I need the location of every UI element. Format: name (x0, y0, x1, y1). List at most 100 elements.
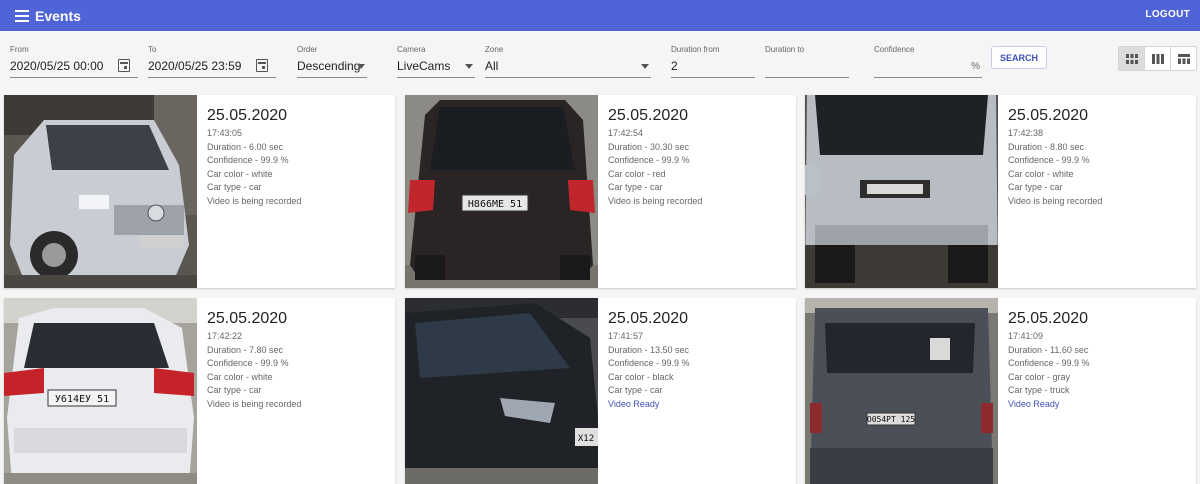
license-plate: У614ЕУ 51 (55, 394, 109, 405)
to-label: To (148, 45, 157, 54)
duration-to-input[interactable]: Duration to (765, 43, 849, 78)
duration-from-input[interactable]: Duration from 2 (671, 43, 755, 78)
from-value[interactable]: 2020/05/25 00:00 (10, 59, 103, 73)
calendar-icon[interactable] (118, 59, 130, 72)
event-confidence: Confidence - 99.9 % (608, 358, 690, 368)
filter-bar: From 2020/05/25 00:00 To 2020/05/25 23:5… (0, 31, 1200, 89)
event-car-color: Car color - white (207, 168, 273, 179)
event-confidence: Confidence - 99.9 % (1008, 358, 1090, 368)
event-time: 17:43:05 (207, 128, 243, 138)
event-car-type: Car type - car (1008, 182, 1063, 192)
order-select[interactable]: Order Descending (297, 43, 367, 78)
event-info: 25.05.2020 17:43:05 Duration - 6.00 sec … (207, 106, 392, 208)
menu-icon[interactable] (0, 0, 40, 31)
zone-value[interactable]: All (485, 59, 498, 73)
event-duration: Duration - 30.30 sec (608, 141, 690, 152)
confidence-input[interactable]: Confidence % (874, 43, 982, 78)
vehicle-snapshot[interactable]: У614ЕУ 51 (4, 298, 197, 484)
camera-value[interactable]: LiveCams (397, 59, 450, 73)
event-duration: Duration - 7.80 sec (207, 344, 284, 355)
vehicle-snapshot[interactable] (805, 95, 998, 288)
event-video-status: Video is being recorded (207, 398, 302, 409)
event-car-color: Car color - white (207, 371, 273, 382)
event-time: 17:42:38 (1008, 128, 1044, 138)
event-video-status: Video is being recorded (1008, 195, 1103, 206)
event-info: 25.05.2020 17:41:09 Duration - 11.60 sec… (1008, 309, 1193, 411)
event-date: 25.05.2020 (608, 310, 689, 327)
chevron-down-icon[interactable] (465, 64, 473, 69)
license-plate: О054РТ 125 (867, 415, 915, 424)
event-card[interactable]: 25.05.2020 17:42:38 Duration - 8.80 sec … (805, 95, 1196, 288)
event-info: 25.05.2020 17:42:22 Duration - 7.80 sec … (207, 309, 392, 411)
event-video-status: Video is being recorded (608, 195, 703, 206)
event-confidence: Confidence - 99.9 % (1008, 155, 1090, 165)
confidence-label: Confidence (874, 45, 915, 54)
event-date: 25.05.2020 (608, 107, 689, 124)
event-confidence: Confidence - 99.9 % (207, 358, 289, 368)
chevron-down-icon[interactable] (357, 64, 365, 69)
grid-small-icon[interactable] (1119, 47, 1145, 70)
duration-from-label: Duration from (671, 45, 720, 54)
event-duration: Duration - 11.60 sec (1008, 344, 1089, 355)
license-plate: Н866МЕ 51 (468, 199, 522, 210)
grid-columns-icon[interactable] (1145, 47, 1171, 70)
chevron-down-icon[interactable] (641, 64, 649, 69)
event-card[interactable]: Н866МЕ 51 25.05.2020 17:42:54 Duration -… (405, 95, 796, 288)
event-date: 25.05.2020 (1008, 107, 1089, 124)
event-time: 17:42:22 (207, 331, 243, 341)
event-date: 25.05.2020 (207, 310, 288, 327)
event-car-color: Car color - red (608, 168, 666, 179)
events-grid: 25.05.2020 17:43:05 Duration - 6.00 sec … (0, 95, 1200, 484)
event-time: 17:42:54 (608, 128, 644, 138)
duration-from-value[interactable]: 2 (671, 59, 678, 73)
event-info: 25.05.2020 17:42:54 Duration - 30.30 sec… (608, 106, 793, 208)
to-value[interactable]: 2020/05/25 23:59 (148, 59, 241, 73)
event-card[interactable]: О054РТ 125 25.05.2020 17:41:09 Duration … (805, 298, 1196, 484)
event-card[interactable]: У614ЕУ 51 25.05.2020 17:42:22 Duration -… (4, 298, 395, 484)
event-video-status[interactable]: Video Ready (1008, 398, 1193, 412)
event-car-type: Car type - car (207, 182, 262, 192)
event-video-status[interactable]: Video Ready (608, 398, 793, 412)
calendar-icon[interactable] (256, 59, 268, 72)
vehicle-snapshot[interactable]: Х12 (405, 298, 598, 484)
vehicle-snapshot[interactable] (4, 95, 197, 288)
zone-label: Zone (485, 45, 504, 54)
order-label: Order (297, 45, 318, 54)
event-card[interactable]: Х12 25.05.2020 17:41:57 Duration - 13.50… (405, 298, 796, 484)
app-bar: Events LOGOUT (0, 0, 1200, 31)
event-card[interactable]: 25.05.2020 17:43:05 Duration - 6.00 sec … (4, 95, 395, 288)
event-time: 17:41:57 (608, 331, 644, 341)
percent-unit: % (971, 61, 980, 72)
search-button[interactable]: SEARCH (991, 46, 1047, 69)
view-toggle (1118, 46, 1197, 71)
event-car-type: Car type - truck (1008, 385, 1070, 395)
page-title: Events (35, 7, 81, 24)
event-info: 25.05.2020 17:41:57 Duration - 13.50 sec… (608, 309, 793, 411)
event-duration: Duration - 6.00 sec (207, 141, 284, 152)
event-duration: Duration - 8.80 sec (1008, 141, 1085, 152)
to-date-field[interactable]: To 2020/05/25 23:59 (148, 43, 276, 78)
event-car-color: Car color - black (608, 371, 674, 382)
event-car-type: Car type - car (608, 182, 663, 192)
logout-button[interactable]: LOGOUT (1145, 9, 1190, 20)
from-date-field[interactable]: From 2020/05/25 00:00 (10, 43, 138, 78)
event-date: 25.05.2020 (207, 107, 288, 124)
license-plate: Х12 (578, 434, 594, 444)
zone-select[interactable]: Zone All (485, 43, 651, 78)
camera-label: Camera (397, 45, 426, 54)
event-car-color: Car color - gray (1008, 371, 1071, 382)
duration-to-label: Duration to (765, 45, 805, 54)
event-confidence: Confidence - 99.9 % (207, 155, 289, 165)
vehicle-snapshot[interactable]: О054РТ 125 (805, 298, 998, 484)
event-confidence: Confidence - 99.9 % (608, 155, 690, 165)
vehicle-snapshot[interactable]: Н866МЕ 51 (405, 95, 598, 288)
event-car-color: Car color - white (1008, 168, 1074, 179)
event-date: 25.05.2020 (1008, 310, 1089, 327)
grid-table-icon[interactable] (1171, 47, 1196, 70)
event-info: 25.05.2020 17:42:38 Duration - 8.80 sec … (1008, 106, 1193, 208)
event-car-type: Car type - car (207, 385, 262, 395)
event-video-status: Video is being recorded (207, 195, 302, 206)
order-value[interactable]: Descending (297, 59, 360, 73)
camera-select[interactable]: Camera LiveCams (397, 43, 475, 78)
from-label: From (10, 45, 29, 54)
